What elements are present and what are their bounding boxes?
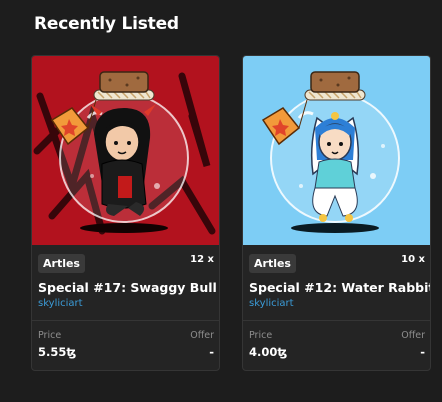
nft-title[interactable]: Special #17: Swaggy Bull [38, 280, 218, 295]
creator-link[interactable]: skyliciart [249, 298, 294, 309]
divider [32, 320, 219, 321]
offer-label: Offer [190, 330, 214, 341]
offer-value: - [209, 345, 214, 359]
price-value: 5.55ꜩ [38, 345, 77, 359]
offer-label: Offer [401, 330, 425, 341]
nft-title[interactable]: Special #12: Water Rabbit [249, 280, 430, 295]
edition-quantity: 10 x [401, 254, 425, 265]
nft-card-info: Artles 10 x Special #12: Water Rabbit sk… [243, 245, 430, 370]
price-label: Price [249, 330, 273, 341]
price-value: 4.00ꜩ [249, 345, 288, 359]
nft-artwork-image[interactable] [32, 56, 219, 245]
nft-card-water-rabbit[interactable]: Artles 10 x Special #12: Water Rabbit sk… [242, 55, 431, 371]
edition-quantity: 12 x [190, 254, 214, 265]
nft-card-swaggy-bull[interactable]: Artles 12 x Special #17: Swaggy Bull sky… [31, 55, 220, 371]
collection-badge[interactable]: Artles [249, 254, 296, 273]
nft-card-info: Artles 12 x Special #17: Swaggy Bull sky… [32, 245, 219, 370]
divider [243, 320, 430, 321]
creator-link[interactable]: skyliciart [38, 298, 83, 309]
section-title: Recently Listed [34, 14, 179, 34]
price-label: Price [38, 330, 62, 341]
nft-artwork-image[interactable] [243, 56, 430, 245]
offer-value: - [420, 345, 425, 359]
collection-badge[interactable]: Artles [38, 254, 85, 273]
